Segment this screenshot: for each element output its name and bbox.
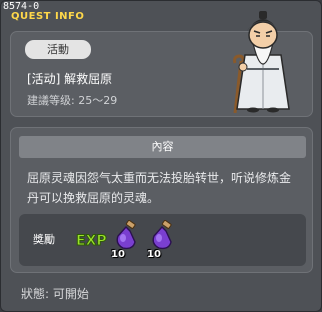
quest-category-tag: 活動 [25, 40, 91, 59]
purple-potion-icon [116, 219, 136, 250]
quest-content-panel: 內容 屈原灵魂因怨气太重而无法投胎转世，听说修炼金丹可以挽救屈原的灵魂。 獎勵 … [10, 127, 313, 273]
purple-potion-icon [152, 219, 172, 250]
reward-panel: 獎勵 EXP 10 10 [19, 214, 306, 266]
reward-item-quantity: 10 [111, 249, 125, 260]
npc-sage-portrait [233, 11, 290, 113]
quest-status: 狀態: 可開始 [21, 287, 89, 301]
exp-text: EXP [76, 233, 107, 249]
window-title: QUEST INFO [11, 11, 85, 22]
content-header: 內容 [19, 136, 306, 158]
quest-info-window: 8574-0 QUEST INFO 活動 [活动] 解救屈原 建議等级: 25～… [0, 0, 322, 312]
quest-name: [活动] 解救屈原 [27, 72, 113, 86]
exp-icon: EXP [76, 233, 108, 250]
quest-recommended-level: 建議等级: 25～29 [27, 94, 118, 107]
reward-item-1[interactable]: 10 [111, 219, 141, 260]
reward-item-quantity: 10 [147, 249, 161, 260]
quest-description: 屈原灵魂因怨气太重而无法投胎转世，听说修炼金丹可以挽救屈原的灵魂。 [27, 171, 292, 205]
reward-item-2[interactable]: 10 [147, 219, 177, 260]
reward-label: 獎勵 [33, 233, 55, 246]
